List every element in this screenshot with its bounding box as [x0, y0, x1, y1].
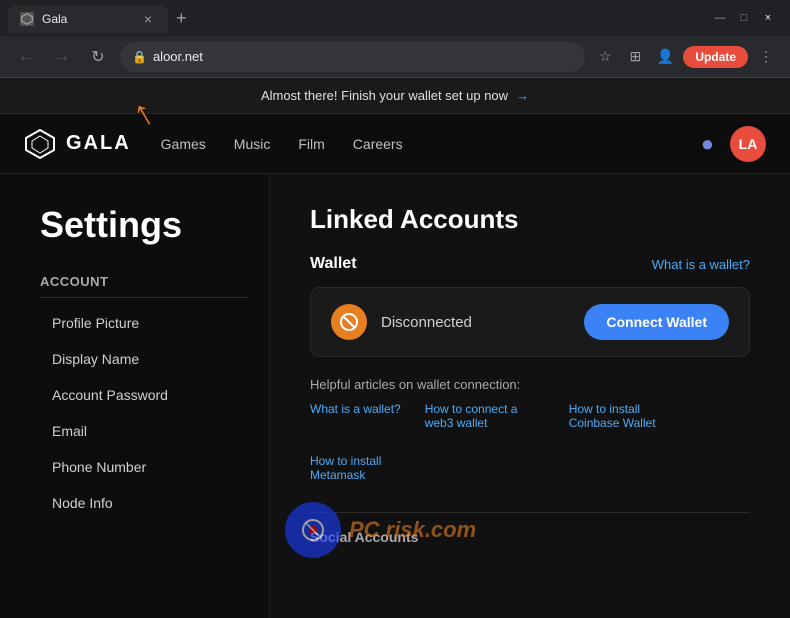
address-bar[interactable]: 🔒 aloor.net	[120, 42, 585, 72]
banner-text: Almost there! Finish your wallet set up …	[261, 88, 508, 103]
url-text: aloor.net	[153, 49, 573, 64]
main-content: Settings Account Profile Picture Display…	[0, 174, 790, 618]
sidebar-item-node-info[interactable]: Node Info	[40, 486, 249, 520]
sidebar-item-profile-picture[interactable]: Profile Picture	[40, 306, 249, 340]
browser-titlebar: Gala × + — □ ×	[0, 0, 790, 36]
profile-icon[interactable]: 👤	[653, 45, 677, 69]
tab-title: Gala	[42, 12, 132, 26]
new-tab-button[interactable]: +	[172, 4, 191, 33]
article-link-2[interactable]: How to install Coinbase Wallet	[569, 402, 689, 430]
wallet-status-text: Disconnected	[381, 314, 570, 331]
logo-text: GALA	[66, 132, 131, 155]
article-link-3[interactable]: How to install Metamask	[310, 454, 430, 482]
refresh-button[interactable]: ↻	[84, 43, 112, 71]
discord-icon[interactable]: ●	[701, 131, 714, 157]
page-title: Settings	[40, 204, 249, 246]
nav-link-music[interactable]: Music	[234, 136, 271, 152]
helpful-articles-title: Helpful articles on wallet connection:	[310, 377, 750, 392]
social-accounts-label: Social Accounts	[310, 529, 418, 545]
close-window-button[interactable]: ×	[758, 8, 778, 28]
promo-banner: Almost there! Finish your wallet set up …	[0, 78, 790, 114]
bookmark-icon[interactable]: ☆	[593, 45, 617, 69]
toolbar-actions: ☆ ⊞ 👤 Update ⋮	[593, 45, 778, 69]
forward-button[interactable]: →	[48, 43, 76, 71]
menu-icon[interactable]: ⋮	[754, 45, 778, 69]
settings-sidebar: Settings Account Profile Picture Display…	[0, 174, 270, 618]
sidebar-item-email[interactable]: Email	[40, 414, 249, 448]
nav-link-games[interactable]: Games	[161, 136, 206, 152]
window-controls: — □ ×	[706, 8, 782, 28]
sidebar-section-account: Account	[40, 274, 249, 298]
nav-right: ● LA	[701, 126, 766, 162]
back-button[interactable]: ←	[12, 43, 40, 71]
wallet-card: Disconnected Connect Wallet	[310, 287, 750, 357]
logo-icon	[24, 128, 56, 160]
browser-toolbar: ← → ↻ 🔒 aloor.net ☆ ⊞ 👤 Update ⋮	[0, 36, 790, 78]
update-button[interactable]: Update	[683, 46, 748, 68]
what-is-wallet-link[interactable]: What is a wallet?	[652, 257, 750, 272]
nav-links: Games Music Film Careers	[161, 136, 701, 152]
site-nav: ↑ GALA Games Music Film Careers ● LA	[0, 114, 790, 174]
article-link-0[interactable]: What is a wallet?	[310, 402, 401, 430]
banner-link[interactable]: →	[516, 88, 529, 103]
tab-area: Gala × +	[8, 4, 702, 33]
sidebar-item-phone-number[interactable]: Phone Number	[40, 450, 249, 484]
linked-accounts-title: Linked Accounts	[310, 204, 750, 235]
page-content: Almost there! Finish your wallet set up …	[0, 78, 790, 618]
wallet-subsection-header: Wallet What is a wallet?	[310, 255, 750, 273]
browser-frame: Gala × + — □ × ← → ↻ 🔒 aloor.net ☆ ⊞ 👤 U…	[0, 0, 790, 618]
active-tab[interactable]: Gala ×	[8, 5, 168, 33]
nav-link-film[interactable]: Film	[298, 136, 324, 152]
wallet-disconnected-icon	[331, 304, 367, 340]
helpful-articles-grid: What is a wallet? How to connect a web3 …	[310, 402, 750, 482]
tab-favicon	[20, 12, 34, 26]
sidebar-item-display-name[interactable]: Display Name	[40, 342, 249, 376]
tab-close-button[interactable]: ×	[140, 11, 156, 27]
user-avatar[interactable]: LA	[730, 126, 766, 162]
extension-icon[interactable]: ⊞	[623, 45, 647, 69]
nav-link-careers[interactable]: Careers	[353, 136, 403, 152]
maximize-button[interactable]: □	[734, 8, 754, 28]
content-area: Linked Accounts Wallet What is a wallet?…	[270, 174, 790, 618]
connect-wallet-button[interactable]: Connect Wallet	[584, 304, 729, 340]
article-link-1[interactable]: How to connect a web3 wallet	[425, 402, 545, 430]
wallet-subtitle: Wallet	[310, 255, 357, 273]
sidebar-item-account-password[interactable]: Account Password	[40, 378, 249, 412]
site-logo[interactable]: GALA	[24, 128, 131, 160]
lock-icon: 🔒	[132, 50, 147, 64]
minimize-button[interactable]: —	[710, 8, 730, 28]
